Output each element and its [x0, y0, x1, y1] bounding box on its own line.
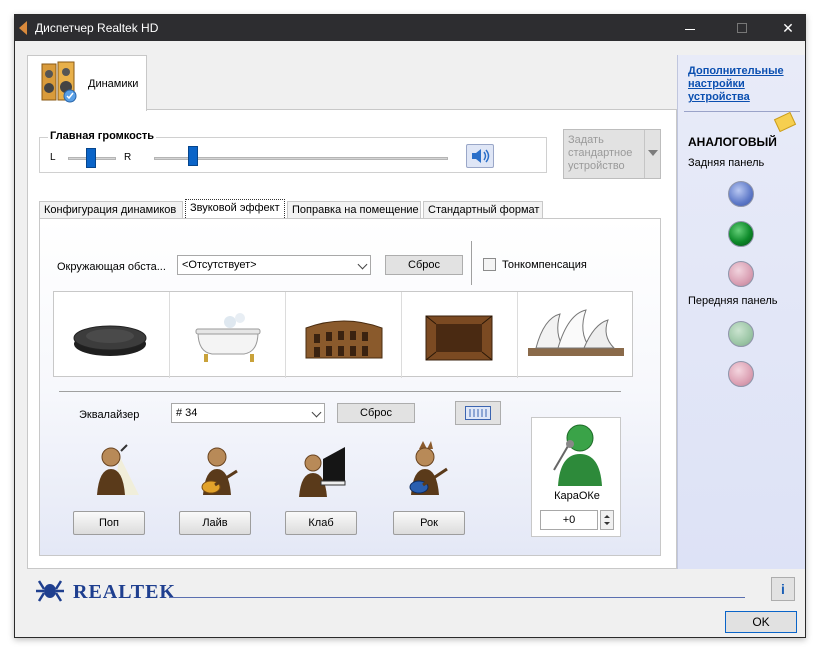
realtek-brand-text: REALTEK	[73, 581, 176, 603]
speakers-icon	[41, 61, 77, 103]
minimize-icon	[685, 28, 695, 30]
environment-bathroom[interactable]	[170, 292, 286, 378]
close-button[interactable]: ✕	[765, 15, 811, 41]
karaoke-singer-icon	[553, 424, 602, 486]
volume-slider-track[interactable]	[154, 157, 448, 160]
title-bar[interactable]: Диспетчер Realtek HD ✕	[15, 15, 805, 41]
environment-presets	[53, 291, 634, 378]
rock-guitarist-icon	[409, 441, 448, 495]
tab-default-format[interactable]: Стандартный формат	[423, 201, 543, 219]
eq-preset-pop-button[interactable]: Поп	[73, 511, 145, 535]
master-volume-title: Главная громкость	[48, 130, 157, 142]
eq-preset-live-button[interactable]: Лайв	[179, 511, 251, 535]
spinner-arrows-icon	[604, 515, 610, 525]
front-headphone-jack[interactable]	[728, 321, 754, 347]
environment-sewer-pipe[interactable]	[54, 292, 170, 378]
close-icon: ✕	[782, 20, 794, 36]
chevron-down-icon	[357, 259, 368, 270]
equalizer-grid-icon	[465, 406, 491, 420]
tab-speakers[interactable]: Динамики	[27, 55, 147, 111]
environment-colosseum[interactable]	[286, 292, 402, 378]
eq-preset-club-button[interactable]: Клаб	[285, 511, 357, 535]
tab-speakers-label: Динамики	[88, 78, 139, 90]
folder-icon[interactable]	[773, 111, 797, 133]
advanced-device-settings-link[interactable]: Дополнительные настройки устройства	[688, 65, 800, 104]
set-default-device-label: Задать стандартное устройство	[568, 134, 633, 172]
balance-left-label: L	[50, 152, 56, 163]
environment-label: Окружающая обста...	[57, 261, 166, 273]
ok-button[interactable]: OK	[725, 611, 797, 633]
rear-line-out-jack[interactable]	[728, 221, 754, 247]
speaker-volume-icon	[472, 149, 490, 163]
karaoke-label: КараОКе	[554, 490, 600, 502]
eq-preset-rock-button[interactable]: Рок	[393, 511, 465, 535]
analog-title: АНАЛОГОВЫЙ	[688, 135, 777, 149]
realtek-logo: REALTEK	[33, 577, 176, 605]
tab-room-correction[interactable]: Поправка на помещение	[287, 201, 421, 219]
equalizer-select-value: # 34	[176, 407, 198, 419]
chevron-down-icon	[311, 407, 322, 418]
app-icon	[19, 21, 27, 35]
manhole-icon	[73, 325, 147, 356]
environment-reset-button[interactable]: Сброс	[385, 255, 463, 275]
realtek-window: Диспетчер Realtek HD ✕ Динамики Главная …	[14, 14, 806, 638]
divider	[471, 241, 472, 285]
environment-stone-room[interactable]	[402, 292, 518, 378]
environment-select[interactable]: <Отсутствует>	[177, 255, 371, 275]
environment-select-value: <Отсутствует>	[182, 259, 257, 271]
maximize-icon	[737, 23, 747, 33]
connector-panel: Дополнительные настройки устройства АНАЛ…	[677, 55, 805, 569]
minimize-button[interactable]	[667, 15, 713, 41]
volume-slider-thumb[interactable]	[188, 146, 198, 166]
karaoke-value-input[interactable]: +0	[540, 510, 598, 530]
equalizer-label: Эквалайзер	[79, 409, 140, 421]
rear-line-in-jack[interactable]	[728, 181, 754, 207]
club-pianist-icon	[299, 447, 346, 497]
balance-right-label: R	[124, 152, 132, 163]
tab-speaker-config[interactable]: Конфигурация динамиков	[39, 201, 183, 219]
balance-slider-thumb[interactable]	[86, 148, 96, 168]
live-guitarist-icon	[201, 447, 238, 495]
tab-sound-effect[interactable]: Звуковой эффект	[185, 199, 285, 220]
divider	[684, 111, 800, 112]
front-mic-jack[interactable]	[728, 361, 754, 387]
opera-house-icon	[528, 309, 624, 356]
divider	[59, 391, 621, 392]
maximize-button	[719, 15, 765, 41]
karaoke-spinner[interactable]	[600, 510, 614, 530]
karaoke-panel: КараОКе +0	[531, 417, 621, 537]
rear-panel-label: Задняя панель	[688, 157, 765, 169]
environment-opera-house[interactable]	[518, 292, 634, 378]
realtek-crab-icon	[36, 580, 64, 602]
info-button[interactable]: i	[771, 577, 795, 601]
front-panel-label: Передняя панель	[688, 295, 778, 307]
info-icon: i	[781, 581, 785, 597]
bathtub-icon	[195, 313, 261, 362]
chevron-down-icon	[644, 130, 660, 178]
rear-mic-in-jack[interactable]	[728, 261, 754, 287]
loudness-checkbox[interactable]	[483, 258, 496, 271]
equalizer-reset-button[interactable]: Сброс	[337, 403, 415, 423]
footer-divider	[169, 597, 745, 598]
loudness-label: Тонкомпенсация	[502, 259, 587, 271]
window-title: Диспетчер Realtek HD	[35, 21, 159, 35]
pop-singer-icon	[97, 444, 139, 495]
colosseum-icon	[305, 320, 383, 359]
set-default-device-button: Задать стандартное устройство	[563, 129, 661, 179]
graphic-equalizer-button[interactable]	[455, 401, 501, 425]
mute-button[interactable]	[466, 144, 494, 168]
stone-room-icon	[425, 315, 493, 361]
master-volume-group: Главная громкость L R	[39, 130, 547, 173]
equalizer-select[interactable]: # 34	[171, 403, 325, 423]
